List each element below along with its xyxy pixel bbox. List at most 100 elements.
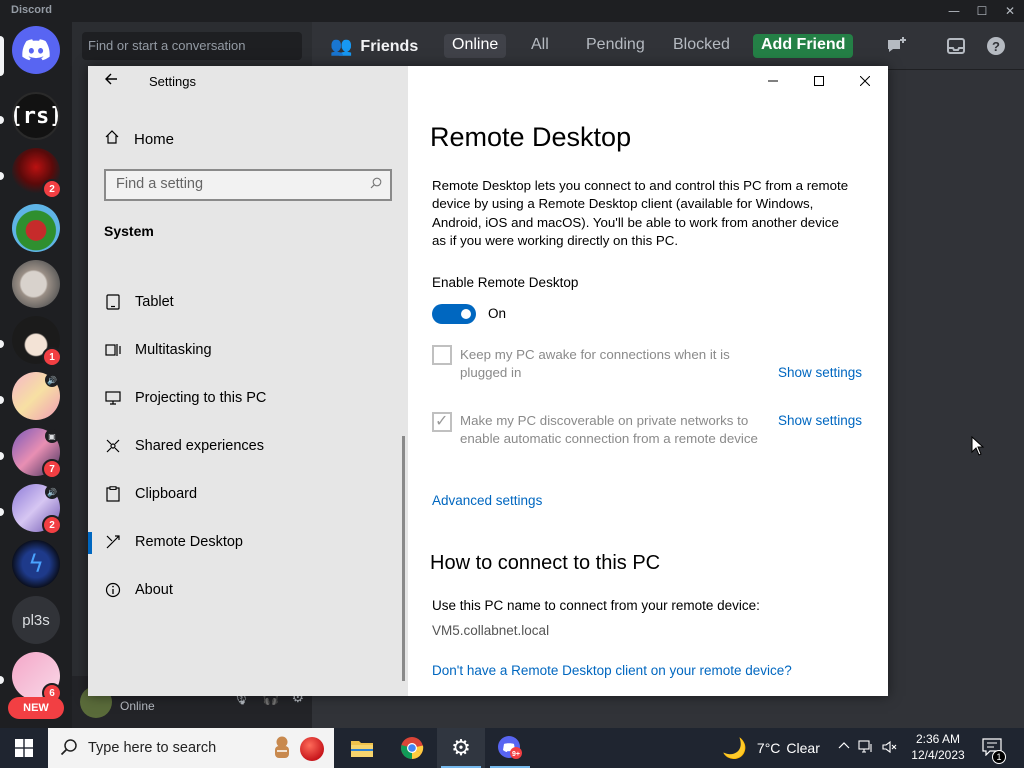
nav-home-label: Home [134,130,175,148]
settings-app-icon[interactable]: ⚙ [437,728,485,768]
server-bird-icon[interactable] [12,204,60,252]
search-highlight-icon [270,735,294,761]
nav-item-label: Remote Desktop [135,534,243,550]
discoverable-checkbox[interactable] [432,411,452,432]
nav-item-label: Clipboard [135,486,198,502]
system-tray [838,740,898,757]
settings-search-placeholder: Find a setting [116,176,204,192]
start-button[interactable] [0,728,48,768]
server-rs[interactable]: [rs] [12,92,60,140]
friends-icon: 👥 [330,36,353,56]
close-icon[interactable]: ✕ [996,0,1024,22]
server-pl3s[interactable]: pl3s [12,596,60,644]
get-client-link[interactable]: Don't have a Remote Desktop client on yo… [432,663,792,678]
discord-home-icon[interactable] [12,26,60,74]
clipboard-icon [104,485,122,503]
connect-instructions: Use this PC name to connect from your re… [432,598,760,613]
unread-pill [0,452,4,460]
nav-item-tablet[interactable]: Tablet [88,278,408,326]
multitasking-icon [104,341,122,359]
help-icon[interactable]: ? [984,34,1008,58]
advanced-settings-link[interactable]: Advanced settings [432,493,542,508]
taskbar-search-input[interactable]: Type here to search [48,728,334,768]
server-blue-icon[interactable]: ϟ [12,540,60,588]
tab-blocked[interactable]: Blocked [665,34,738,58]
page-title: Remote Desktop [430,122,632,152]
connect-heading: How to connect to this PC [430,552,661,574]
close-icon[interactable] [842,66,888,96]
unread-pill [0,676,4,684]
add-friend-button[interactable]: Add Friend [753,34,854,58]
new-group-dm-icon[interactable] [885,34,909,58]
minimize-icon[interactable] [750,66,796,96]
clock[interactable]: 2:36 AM 12/4/2023 [907,731,969,763]
taskbar: Type here to search ⚙ 9+ 🌙 7°C Clear 2:3… [0,728,1024,768]
nav-item-projecting[interactable]: Projecting to this PC [88,374,408,422]
enable-remote-desktop-label: Enable Remote Desktop [432,275,579,290]
remote-desktop-icon [104,533,122,551]
nav-item-label: About [135,582,173,598]
chevron-up-icon[interactable] [838,740,850,757]
tab-online[interactable]: Online [444,34,507,58]
settings-window-title: Settings [149,74,196,89]
friends-label: Friends [360,37,419,55]
clock-date: 12/4/2023 [911,748,965,762]
discord-app-name: Discord [11,4,52,16]
maximize-icon[interactable]: ☐ [968,0,996,22]
nav-item-label: Multitasking [135,342,212,358]
minimize-icon[interactable]: — [940,0,968,22]
server-cat-icon[interactable] [12,260,60,308]
server-list: [rs] 2 1 🔊 ▣ 7 🔊 2 ϟ pl3s 6 NEW [0,22,72,728]
svg-text:?: ? [992,39,1000,54]
moon-icon: 🌙 [722,737,747,760]
conversation-search-input[interactable]: Find or start a conversation [82,32,302,60]
nav-item-label: Projecting to this PC [135,390,267,406]
voice-icon: 🔊 [45,373,59,387]
show-settings-link-discoverable[interactable]: Show settings [778,413,862,428]
nav-home[interactable]: Home [104,129,174,149]
voice-icon: 🔊 [45,485,59,499]
nav-item-clipboard[interactable]: Clipboard [88,470,408,518]
search-icon [60,738,78,761]
unread-pill [0,508,4,516]
enable-remote-desktop-toggle[interactable] [432,304,476,324]
show-settings-link-awake[interactable]: Show settings [778,365,862,380]
weather-widget[interactable]: 🌙 7°C Clear [722,728,820,768]
pc-name: VM5.collabnet.local [432,623,550,638]
page-description: Remote Desktop lets you connect to and c… [432,178,849,249]
projecting-icon [104,389,122,407]
back-arrow-icon[interactable] [104,72,120,92]
clock-time: 2:36 AM [915,732,961,746]
mention-badge: 2 [42,515,62,535]
svg-text:9+: 9+ [512,751,520,758]
weather-temperature: 7°C [756,740,781,756]
keep-awake-label: Keep my PC awake for connections when it… [460,347,730,381]
discord-app-icon[interactable]: 9+ [486,728,534,768]
nav-item-about[interactable]: About [88,566,408,614]
windows-logo-icon [15,739,33,757]
mention-badge: 7 [42,459,62,479]
chrome-icon[interactable] [388,728,436,768]
new-unreads-badge[interactable]: NEW [8,697,64,719]
tab-all[interactable]: All [523,34,557,58]
unread-pill [0,396,4,404]
keep-awake-checkbox[interactable] [432,345,452,365]
nav-item-multitasking[interactable]: Multitasking [88,326,408,374]
inbox-icon[interactable] [944,34,968,58]
search-icon [370,177,382,192]
mention-badge: 2 [42,179,62,199]
event-icon: ▣ [45,429,59,443]
nav-item-label: Shared experiences [135,438,264,454]
maximize-icon[interactable] [796,66,842,96]
sidebar-scrollbar[interactable] [402,436,405,681]
section-heading: System [104,223,154,239]
tab-pending[interactable]: Pending [578,34,653,58]
selected-pill [0,36,4,76]
nav-item-shared-experiences[interactable]: Shared experiences [88,422,408,470]
settings-search-input[interactable]: Find a setting [104,169,392,201]
tablet-icon [104,293,122,311]
file-explorer-icon[interactable] [338,728,386,768]
volume-muted-icon[interactable] [882,740,898,757]
nav-item-remote-desktop[interactable]: Remote Desktop [88,518,408,566]
network-icon[interactable] [858,740,874,757]
